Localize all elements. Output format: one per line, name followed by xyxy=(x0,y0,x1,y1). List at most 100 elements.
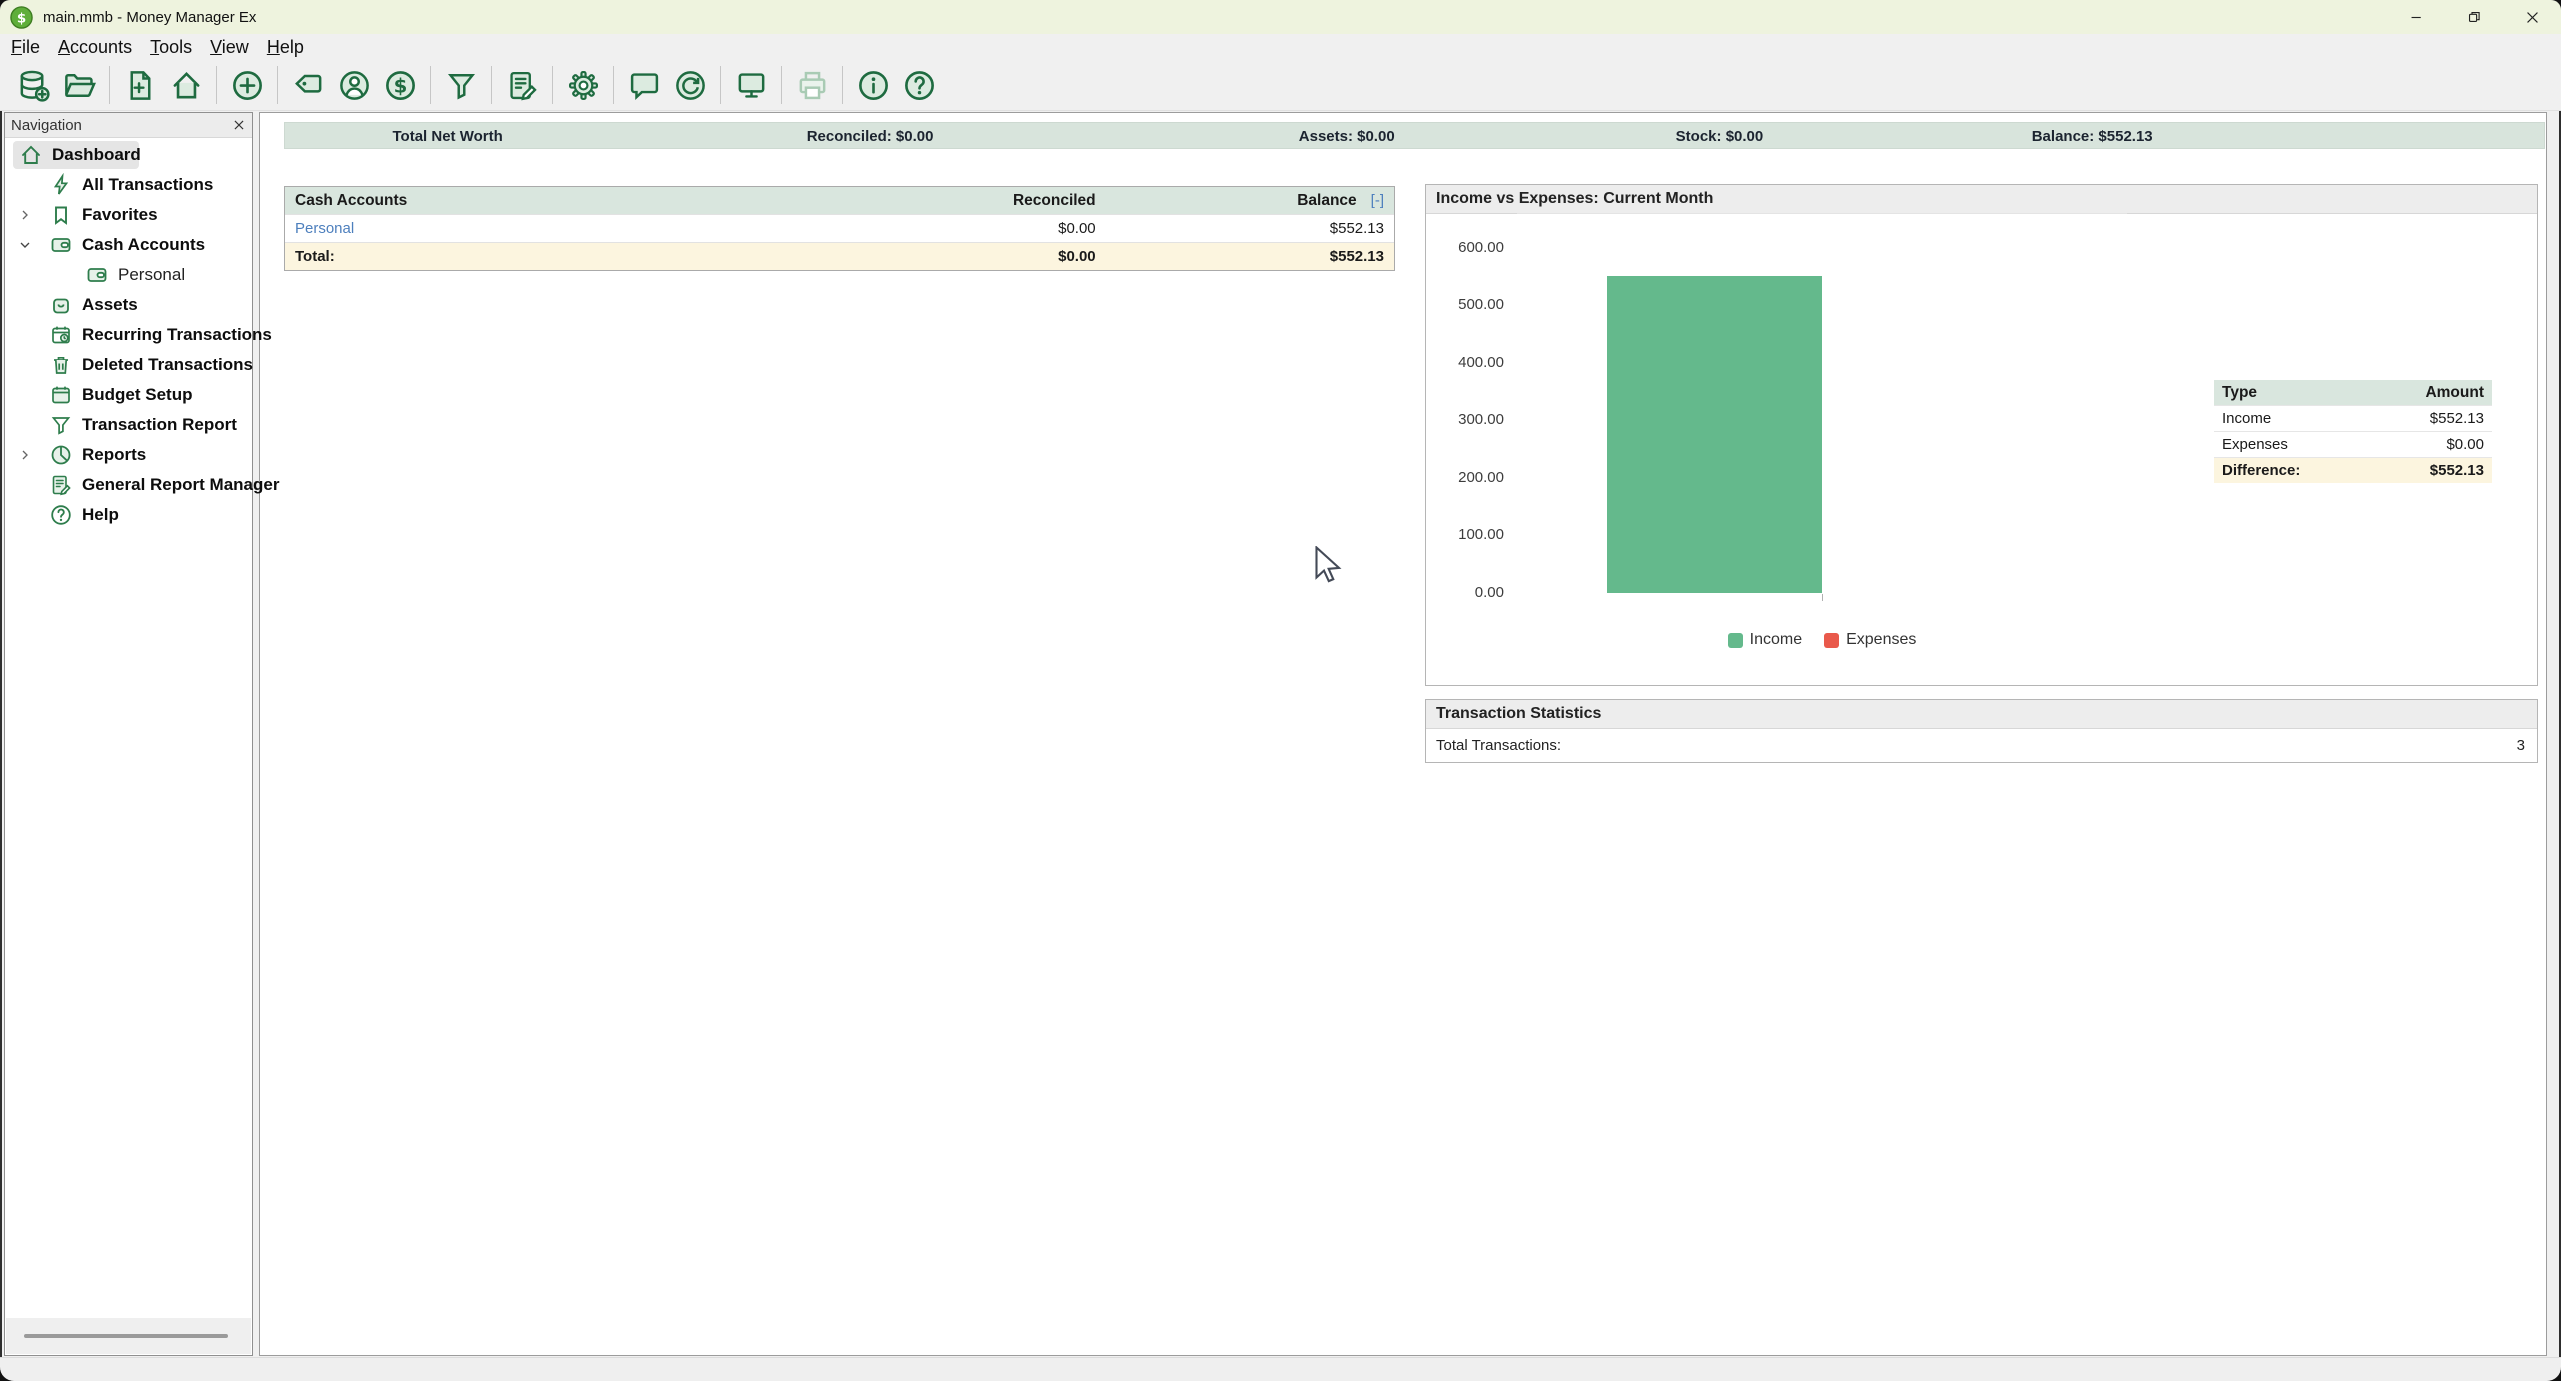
menu-file[interactable]: File xyxy=(2,37,49,58)
legend-expenses: Expenses xyxy=(1824,631,1916,649)
account-link-personal[interactable]: Personal xyxy=(295,220,354,237)
lightning-icon xyxy=(49,173,73,197)
payee-icon xyxy=(337,68,372,103)
open-database-button[interactable] xyxy=(56,63,102,107)
total-reconciled-value: $0.00 xyxy=(862,243,1106,271)
refresh-button[interactable] xyxy=(667,63,713,107)
legend-income: Income xyxy=(1728,631,1802,649)
income-vs-expenses-chart: 600.00 500.00 400.00 300.00 200.00 100.0… xyxy=(1426,213,2537,685)
navigation-horizontal-scrollbar[interactable] xyxy=(6,1318,251,1354)
about-button[interactable] xyxy=(850,63,896,107)
column-balance: Balance[-] xyxy=(1106,187,1394,215)
summary-balance: Balance: $552.13 xyxy=(2032,128,2153,145)
calendar-icon xyxy=(49,383,73,407)
restore-button[interactable] xyxy=(2445,0,2503,34)
menu-accounts[interactable]: Accounts xyxy=(49,37,141,58)
menu-view[interactable]: View xyxy=(201,37,258,58)
new-file-button[interactable] xyxy=(117,63,163,107)
y-axis-tick: 100.00 xyxy=(1426,525,1504,545)
minimize-button[interactable] xyxy=(2387,0,2445,34)
new-database-button[interactable] xyxy=(10,63,56,107)
column-reconciled: Reconciled xyxy=(862,187,1106,215)
help-button[interactable] xyxy=(896,63,942,107)
y-axis-tick: 400.00 xyxy=(1426,353,1504,373)
folder-open-icon xyxy=(62,68,97,103)
bookmark-icon xyxy=(49,203,73,227)
toolbar-separator xyxy=(491,66,492,104)
total-transactions-row: Total Transactions: 3 xyxy=(1426,729,2537,754)
window-title: main.mmb - Money Manager Ex xyxy=(43,9,256,26)
sidebar-item-transaction-report[interactable]: Transaction Report xyxy=(5,410,252,440)
wallet-icon xyxy=(85,263,109,287)
navigation-tree: Dashboard All Transactions xyxy=(5,138,252,530)
minimize-icon xyxy=(2408,9,2425,26)
trash-icon xyxy=(49,353,73,377)
dashboard-content: Total Net Worth Reconciled: $0.00 Assets… xyxy=(259,112,2547,1356)
sidebar-item-help[interactable]: Help xyxy=(5,500,252,530)
sidebar-item-recurring-transactions[interactable]: Recurring Transactions xyxy=(5,320,252,350)
funnel-icon xyxy=(49,413,73,437)
income-swatch-icon xyxy=(1728,633,1743,648)
toolbar: $ xyxy=(0,60,2561,111)
info-circle-icon xyxy=(856,68,891,103)
navigation-close-button[interactable] xyxy=(232,118,246,132)
wallet-icon xyxy=(49,233,73,257)
navigation-panel: Navigation Dashboard xyxy=(4,112,253,1356)
refresh-icon xyxy=(673,68,708,103)
sidebar-item-reports[interactable]: Reports xyxy=(5,440,252,470)
home-icon xyxy=(19,143,43,167)
menu-tools[interactable]: Tools xyxy=(141,37,201,58)
help-circle-icon xyxy=(902,68,937,103)
y-axis-tick: 500.00 xyxy=(1426,295,1504,315)
sidebar-item-budget-setup[interactable]: Budget Setup xyxy=(5,380,252,410)
dashboard-button[interactable] xyxy=(163,63,209,107)
news-button[interactable] xyxy=(621,63,667,107)
sidebar-item-assets[interactable]: Assets xyxy=(5,290,252,320)
fullscreen-button[interactable] xyxy=(728,63,774,107)
collapse-panel-link[interactable]: [-] xyxy=(1371,192,1384,209)
toolbar-separator xyxy=(613,66,614,104)
y-axis-tick: 600.00 xyxy=(1426,238,1504,258)
close-button[interactable] xyxy=(2503,0,2561,34)
toolbar-separator xyxy=(552,66,553,104)
table-row-difference: Difference: $552.13 xyxy=(2214,458,2492,484)
cash-accounts-header-row: Cash Accounts Reconciled Balance[-] xyxy=(285,187,1394,215)
calendar-clock-icon xyxy=(49,323,73,347)
currencies-button[interactable]: $ xyxy=(377,63,423,107)
sidebar-item-dashboard[interactable]: Dashboard xyxy=(5,140,252,170)
title-bar: $ main.mmb - Money Manager Ex xyxy=(0,0,2561,34)
chevron-down-icon[interactable] xyxy=(17,237,33,253)
table-row-income: Income $552.13 xyxy=(2214,406,2492,432)
plus-circle-icon xyxy=(230,68,265,103)
chart-legend: Income Expenses xyxy=(1517,631,2127,649)
toolbar-separator xyxy=(216,66,217,104)
total-transactions-label: Total Transactions: xyxy=(1436,737,1561,754)
payees-button[interactable] xyxy=(331,63,377,107)
options-button[interactable] xyxy=(560,63,606,107)
scrollbar-thumb[interactable] xyxy=(24,1334,228,1338)
monitor-icon xyxy=(734,68,769,103)
pie-chart-icon xyxy=(49,443,73,467)
menu-bar: File Accounts Tools View Help xyxy=(0,34,2561,60)
toolbar-separator xyxy=(781,66,782,104)
new-transaction-button[interactable] xyxy=(224,63,270,107)
chevron-right-icon[interactable] xyxy=(17,447,33,463)
sidebar-item-personal[interactable]: Personal xyxy=(5,260,252,290)
filter-icon xyxy=(444,68,479,103)
chevron-right-icon[interactable] xyxy=(17,207,33,223)
menu-help[interactable]: Help xyxy=(258,37,313,58)
transaction-filter-button[interactable] xyxy=(438,63,484,107)
sidebar-item-all-transactions[interactable]: All Transactions xyxy=(5,170,252,200)
currency-icon: $ xyxy=(383,68,418,103)
message-bubble-icon xyxy=(627,68,662,103)
categories-button[interactable] xyxy=(285,63,331,107)
transaction-statistics-header: Transaction Statistics xyxy=(1426,700,2537,729)
sidebar-item-general-report-manager[interactable]: General Report Manager xyxy=(5,470,252,500)
help-circle-icon xyxy=(49,503,73,527)
sidebar-item-deleted-transactions[interactable]: Deleted Transactions xyxy=(5,350,252,380)
sidebar-item-cash-accounts[interactable]: Cash Accounts xyxy=(5,230,252,260)
toolbar-separator xyxy=(109,66,110,104)
sidebar-item-favorites[interactable]: Favorites xyxy=(5,200,252,230)
column-type: Type xyxy=(2214,380,2369,406)
report-manager-button[interactable] xyxy=(499,63,545,107)
